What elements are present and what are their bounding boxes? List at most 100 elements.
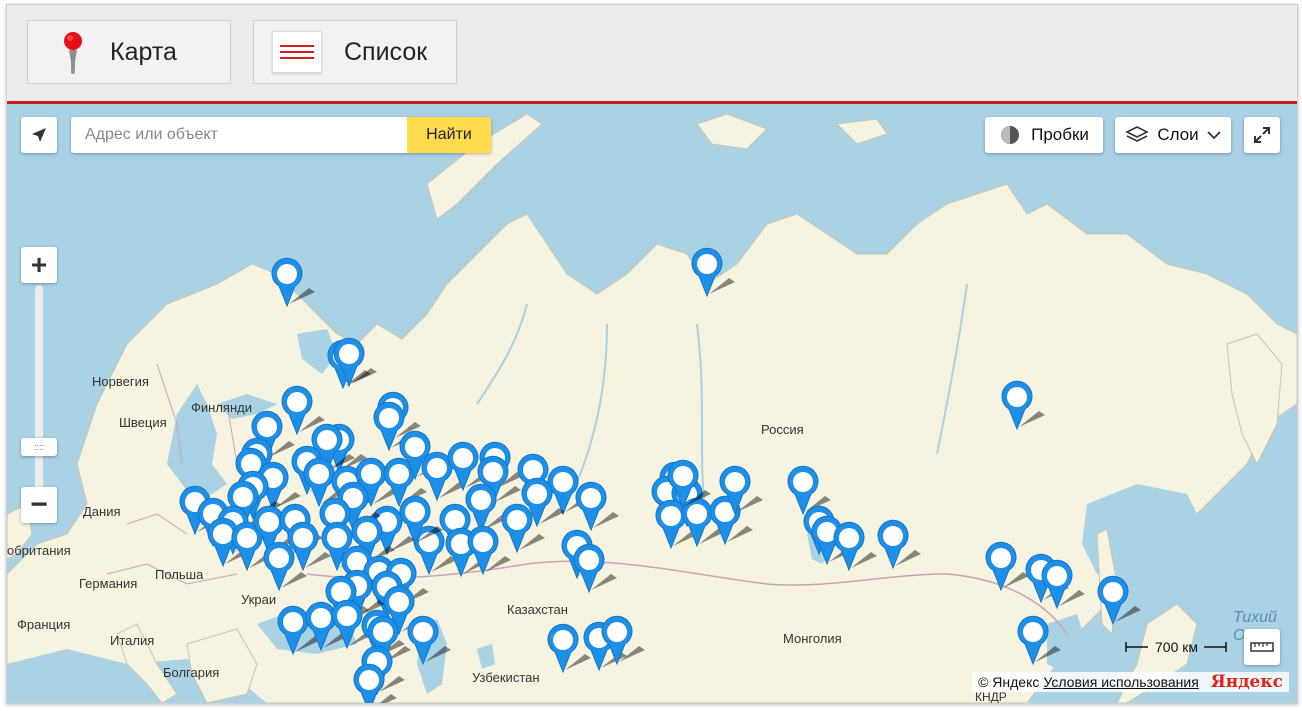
marker-hole — [339, 344, 359, 364]
map-marker-icon[interactable] — [1041, 559, 1085, 610]
fullscreen-expand-icon — [1254, 127, 1270, 143]
map-marker-icon[interactable] — [691, 247, 735, 298]
zoom-slider-track[interactable] — [35, 285, 43, 505]
marker-hole — [213, 524, 233, 544]
marker-hole — [553, 630, 573, 650]
tab-list[interactable]: Список — [253, 20, 457, 84]
map-marker-icon[interactable] — [985, 541, 1029, 592]
yandex-logo[interactable]: Яндекс — [1211, 672, 1283, 692]
marker-hole — [373, 622, 393, 642]
traffic-button[interactable]: Пробки — [985, 117, 1103, 153]
geolocation-button[interactable] — [21, 117, 57, 153]
map-marker-icon[interactable] — [271, 257, 315, 308]
map-marker-icon[interactable] — [1097, 575, 1141, 626]
marker-hole — [405, 437, 425, 457]
traffic-light-icon — [1001, 126, 1020, 144]
marker-hole — [389, 592, 409, 612]
search-input[interactable] — [71, 117, 407, 153]
marker-hole — [607, 622, 627, 642]
marker-hole — [337, 606, 357, 626]
marker-hole — [673, 466, 693, 486]
marker-hole — [579, 550, 599, 570]
marker-hole — [293, 528, 313, 548]
copyright-text: © Яндекс — [978, 674, 1040, 690]
map-marker-icon[interactable] — [547, 623, 591, 674]
marker-hole — [311, 608, 331, 628]
layers-button[interactable]: Слои — [1115, 117, 1231, 153]
map-marker-icon[interactable] — [833, 521, 877, 572]
map-marker-icon[interactable] — [407, 615, 451, 666]
marker-hole — [259, 512, 279, 532]
marker-hole — [357, 522, 377, 542]
marker-hole — [233, 487, 253, 507]
search-bar: Найти — [71, 117, 491, 153]
marker-hole — [269, 548, 289, 568]
marker-hole — [287, 392, 307, 412]
marker-hole — [1103, 582, 1123, 602]
marker-hole — [427, 458, 447, 478]
map-marker-icon[interactable] — [877, 519, 921, 570]
marker-hole — [581, 488, 601, 508]
map-widget: Карта Список Норвегия Финлянди Швеция Да… — [6, 4, 1298, 704]
marker-hole — [277, 264, 297, 284]
red-map-pin-icon — [64, 32, 82, 74]
traffic-label: Пробки — [1031, 125, 1089, 144]
ruler-icon — [1250, 642, 1274, 652]
tab-map-label: Карта — [110, 37, 177, 66]
geolocation-arrow-icon — [32, 128, 46, 142]
zoom-in-button[interactable]: + — [21, 247, 57, 283]
tab-map[interactable]: Карта — [27, 20, 231, 84]
map-marker-icon[interactable] — [573, 543, 617, 594]
marker-hole — [471, 490, 491, 510]
marker-hole — [361, 464, 381, 484]
marker-hole — [309, 464, 329, 484]
tab-list-label: Список — [344, 37, 428, 66]
marker-hole — [389, 464, 409, 484]
marker-hole — [257, 417, 277, 437]
marker-hole — [473, 532, 493, 552]
marker-hole — [527, 484, 547, 504]
marker-hole — [523, 460, 543, 480]
marker-hole — [453, 448, 473, 468]
marker-hole — [883, 526, 903, 546]
marker-hole — [661, 506, 681, 526]
marker-hole — [445, 510, 465, 530]
layers-icon — [1125, 126, 1150, 142]
scale-label: 700 км — [1155, 639, 1198, 655]
marker-hole — [483, 462, 503, 482]
chevron-down-icon — [1207, 131, 1221, 140]
terms-link[interactable]: Условия использования — [1043, 674, 1198, 690]
marker-hole — [405, 502, 425, 522]
map-marker-icon[interactable] — [1017, 615, 1061, 666]
list-lines-icon — [272, 31, 322, 73]
marker-hole — [327, 528, 347, 548]
map-marker-icon[interactable] — [575, 481, 619, 532]
map-marker-icon[interactable] — [1001, 380, 1045, 431]
marker-hole — [317, 430, 337, 450]
marker-hole — [237, 528, 257, 548]
markers-layer — [179, 247, 1141, 703]
attribution: © Яндекс Условия использования Яндекс — [972, 672, 1289, 692]
marker-hole — [697, 254, 717, 274]
ruler-button[interactable] — [1244, 629, 1280, 665]
layers-label: Слои — [1157, 125, 1199, 144]
marker-hole — [359, 670, 379, 690]
marker-hole — [1007, 387, 1027, 407]
marker-hole — [325, 504, 345, 524]
marker-hole — [1023, 622, 1043, 642]
zoom-slider-handle[interactable]: :::: — [21, 437, 57, 456]
zoom-out-button[interactable]: − — [21, 487, 57, 523]
view-switcher-bar: Карта Список — [7, 5, 1297, 104]
marker-hole — [725, 472, 745, 492]
map-canvas[interactable]: Норвегия Финлянди Швеция Дания обритания… — [7, 104, 1297, 703]
marker-hole — [283, 612, 303, 632]
scale-line-end — [1204, 642, 1227, 652]
search-button[interactable]: Найти — [407, 117, 491, 153]
marker-hole — [793, 472, 813, 492]
marker-hole — [687, 504, 707, 524]
marker-hole — [839, 528, 859, 548]
scale-line — [1125, 642, 1148, 652]
fullscreen-button[interactable] — [1244, 117, 1280, 153]
marker-hole — [1047, 566, 1067, 586]
marker-hole — [507, 510, 527, 530]
